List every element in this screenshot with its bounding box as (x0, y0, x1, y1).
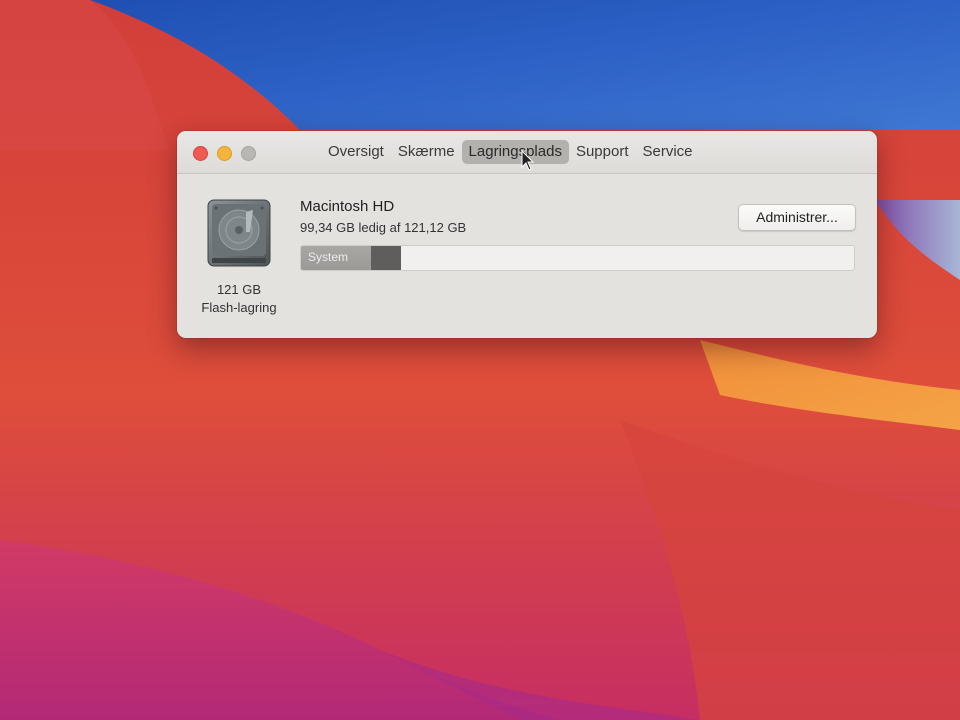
storage-usage-bar: System (300, 245, 855, 271)
tab-bar: Oversigt Skærme Lagringsplads Support Se… (321, 139, 700, 165)
drive-type: Flash-lagring (201, 300, 277, 315)
tab-service[interactable]: Service (636, 140, 700, 164)
tab-skaerme[interactable]: Skærme (391, 140, 462, 164)
manage-button[interactable]: Administrer... (738, 204, 856, 231)
tab-oversigt[interactable]: Oversigt (321, 140, 391, 164)
usage-segment-other (371, 246, 401, 270)
storage-pane: 121 GB Flash-lagring Macintosh HD 99,34 … (177, 174, 877, 338)
internal-drive-icon (207, 199, 271, 267)
wallpaper (0, 0, 960, 720)
close-button[interactable] (193, 146, 208, 161)
tab-lagringsplads[interactable]: Lagringsplads (461, 140, 569, 164)
tab-support[interactable]: Support (569, 140, 636, 164)
mouse-pointer-icon (521, 150, 535, 171)
zoom-button[interactable] (241, 146, 256, 161)
drive-capacity: 121 GB (216, 282, 262, 297)
volume-name: Macintosh HD (300, 198, 395, 215)
usage-segment-system: System (301, 246, 371, 270)
volume-free-space: 99,34 GB ledig af 121,12 GB (300, 220, 467, 235)
minimize-button[interactable] (217, 146, 232, 161)
desktop: Oversigt Skærme Lagringsplads Support Se… (0, 0, 960, 720)
usage-segment-label: System (308, 250, 349, 264)
